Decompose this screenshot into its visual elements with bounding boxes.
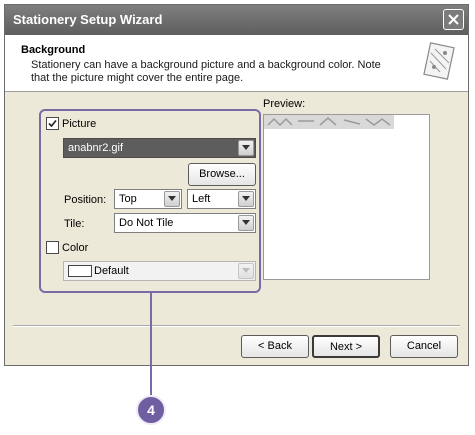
cancel-button[interactable]: Cancel: [390, 335, 458, 358]
wizard-header: Background Stationery can have a backgro…: [5, 35, 468, 92]
stationery-icon: [422, 41, 456, 84]
callout-number-badge: 4: [136, 395, 166, 425]
footer-separator: [13, 325, 460, 327]
next-button[interactable]: Next >: [312, 335, 380, 358]
close-button[interactable]: [443, 9, 464, 30]
preview-banner-image: [264, 115, 394, 129]
title-bar[interactable]: Stationery Setup Wizard: [5, 5, 468, 36]
preview-label: Preview:: [263, 98, 306, 110]
page-title: Background: [21, 44, 86, 56]
callout-highlight-box: [39, 109, 261, 293]
callout-connector: [150, 293, 152, 395]
window-title: Stationery Setup Wizard: [13, 12, 163, 27]
page-description: Stationery can have a background picture…: [31, 59, 381, 84]
close-icon: [444, 10, 463, 29]
back-button[interactable]: < Back: [241, 335, 309, 358]
preview-pane: [263, 114, 430, 280]
